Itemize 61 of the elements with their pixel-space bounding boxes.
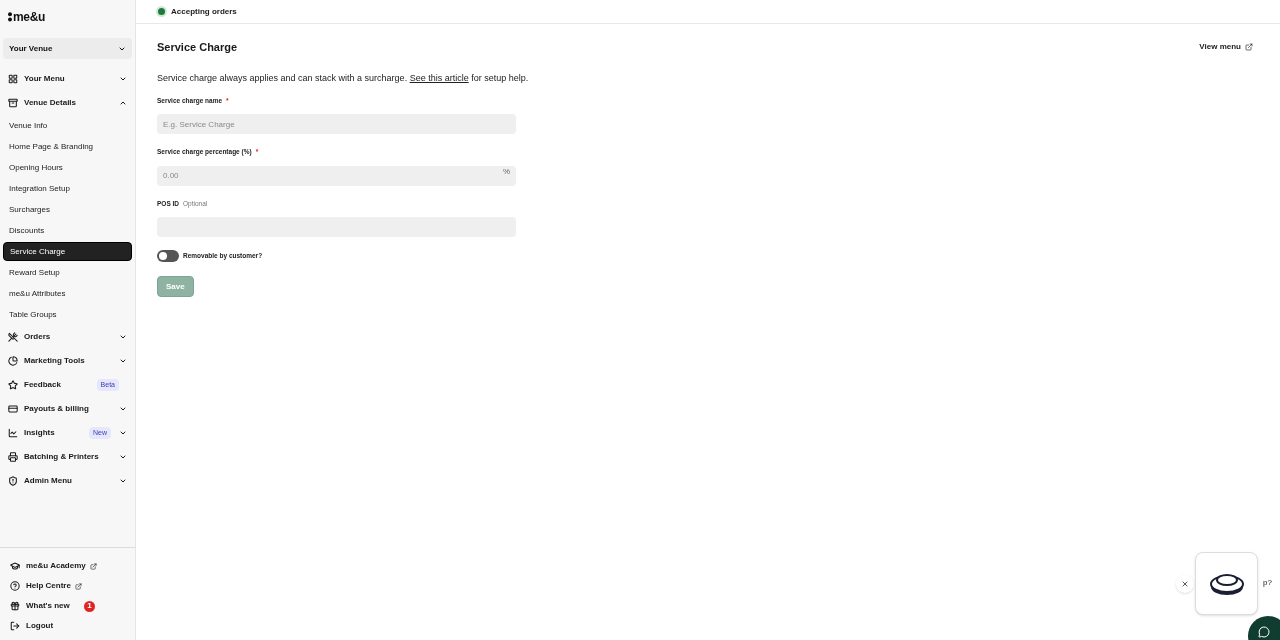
- nav-subitem[interactable]: Reward Setup: [3, 263, 132, 282]
- input-field[interactable]: E.g. Service Charge: [157, 114, 516, 135]
- venue-selector[interactable]: Your Venue: [3, 38, 132, 59]
- star-icon: [8, 380, 18, 390]
- external-link-icon: [1245, 43, 1253, 52]
- gift-icon: [10, 601, 20, 611]
- article-link[interactable]: See this article: [409, 72, 469, 83]
- nav-item[interactable]: Marketing Tools: [0, 349, 135, 373]
- grid-icon: [8, 74, 18, 84]
- card-icon: [8, 404, 18, 414]
- nav-subitem[interactable]: Table Groups: [3, 305, 132, 324]
- nav-item[interactable]: Payouts & billing: [0, 397, 135, 421]
- nav-subitem[interactable]: Integration Setup: [3, 179, 132, 198]
- nav-subitem[interactable]: Home Page & Branding: [3, 137, 132, 156]
- external-link-icon: [89, 562, 97, 570]
- nav-item[interactable]: Orders: [0, 325, 135, 349]
- footer-link[interactable]: Help Centre: [0, 576, 135, 596]
- chart-icon: [8, 428, 18, 438]
- nav-subitem[interactable]: Discounts: [3, 221, 132, 240]
- chevron-down-icon: [119, 429, 127, 437]
- chevron-down-icon: [119, 333, 127, 341]
- pie-chart-icon: [8, 356, 18, 366]
- field-suffix: %: [502, 166, 510, 178]
- logout-icon: [10, 621, 20, 631]
- description: Service charge always applies and can stack with a surcharge. See this article for setup help.: [157, 71, 530, 85]
- chat-card[interactable]: [1195, 552, 1258, 615]
- utensils-icon: [8, 332, 18, 342]
- nav-item[interactable]: Your Menu: [0, 67, 135, 91]
- close-icon: [1181, 580, 1189, 588]
- footer-link[interactable]: What's new 1: [0, 596, 135, 616]
- nav-subitem[interactable]: Opening Hours: [3, 158, 132, 177]
- nav-item[interactable]: Venue Details: [0, 91, 135, 115]
- logo: me&u: [13, 9, 46, 26]
- status-label: Accepting orders: [171, 5, 237, 18]
- chevron-down-icon: [119, 405, 127, 413]
- notification-count: 1: [84, 600, 95, 612]
- external-link-icon: [74, 582, 82, 590]
- chevron-down-icon: [119, 75, 127, 83]
- nav-subitem[interactable]: Surcharges: [3, 200, 132, 219]
- footer-link[interactable]: Logout: [0, 616, 135, 636]
- close-button[interactable]: [1176, 575, 1194, 593]
- printer-icon: [8, 452, 18, 462]
- logo-dots-icon: [8, 12, 12, 22]
- view-menu-link[interactable]: View menu: [1199, 41, 1253, 54]
- chevron-up-icon: [119, 99, 127, 107]
- nav-item[interactable]: Batching & Printers: [0, 445, 135, 469]
- nav-subitem[interactable]: Service Charge: [3, 242, 132, 261]
- graduation-cap-icon: [10, 561, 20, 571]
- footer-link[interactable]: me&u Academy: [0, 556, 135, 576]
- shield-icon: [8, 476, 18, 486]
- chevron-down-icon: [119, 453, 127, 461]
- nav-item[interactable]: Admin Menu: [0, 469, 135, 493]
- chevron-down-icon: [119, 357, 127, 365]
- chat-icon: [1258, 626, 1270, 638]
- page-title: Service Charge: [157, 40, 238, 55]
- archive-icon: [8, 98, 18, 108]
- chevron-down-icon: [119, 477, 127, 485]
- nav-subitem[interactable]: Venue Info: [3, 116, 132, 135]
- nav-subitem[interactable]: me&u Attributes: [3, 284, 132, 303]
- toggle-switch[interactable]: [157, 249, 179, 262]
- help-icon: [10, 581, 20, 591]
